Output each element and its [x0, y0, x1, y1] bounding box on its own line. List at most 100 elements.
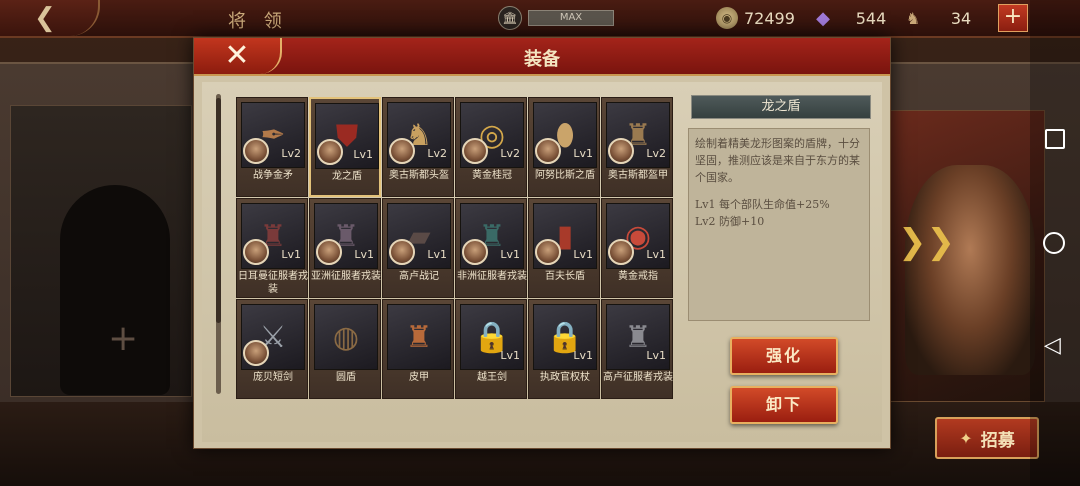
gems-resource: ◆ 544: [812, 7, 902, 29]
item-name: 执政官权杖: [540, 372, 590, 383]
general-avatar: [389, 138, 415, 164]
item-name: 越王剑: [477, 372, 507, 383]
item-name: 高卢战记: [399, 271, 439, 282]
item-name: 奥古斯都盔甲: [608, 170, 668, 181]
equipment-grid: ✒ Lv2 战争金矛 ⛊ Lv1 龙之盾 ♞ Lv2 奥古斯都头盔 ◎ Lv2 黄金桂冠 ⬮ Lv1 阿努比…: [236, 97, 673, 399]
upgrade-button[interactable]: 强化: [730, 337, 838, 375]
item-level: Lv2: [281, 147, 301, 160]
general-avatar: [317, 139, 343, 165]
unequip-button[interactable]: 卸下: [730, 386, 838, 424]
equipment-item-icon: ◍: [314, 304, 378, 370]
coins-value: 72499: [744, 8, 795, 28]
effect-line: Lv2 防御+10: [695, 215, 765, 228]
item-name: 战争金矛: [253, 170, 293, 181]
equipment-slot[interactable]: ▮ Lv1 百夫长盾: [528, 198, 600, 298]
recent-apps-icon[interactable]: [1045, 129, 1065, 149]
general-avatar: [535, 239, 561, 265]
equipment-modal: 装备 ✕ ✒ Lv2 战争金矛 ⛊ Lv1 龙之盾 ♞ Lv2 奥古斯都头盔 ◎ Lv2 黄金桂冠 ⬮ L…: [193, 37, 891, 449]
page-title: 将 领: [228, 11, 288, 32]
equipment-slot[interactable]: ✒ Lv2 战争金矛: [236, 97, 308, 197]
modal-title: 装备: [524, 49, 560, 70]
item-level: Lv1: [573, 147, 593, 160]
item-name: 非洲征服者戎装: [457, 271, 527, 282]
item-name: 百夫长盾: [545, 271, 585, 282]
helmet-icon: ♞: [905, 8, 921, 28]
max-bar: MAX: [528, 10, 614, 26]
equipment-slot[interactable]: ♜ Lv1 日耳曼征服者戎装: [236, 198, 308, 298]
building-resource: 🏛 MAX: [498, 6, 614, 30]
item-level: Lv2: [500, 147, 520, 160]
add-general-icon[interactable]: +: [108, 318, 138, 359]
recruit-label: 招募: [980, 430, 1015, 451]
home-icon[interactable]: [1043, 232, 1065, 254]
modal-header: 装备 ✕: [194, 38, 890, 76]
detail-description-box: 绘制着精美龙形图案的盾牌，十分坚固，推测应该是来自于东方的某个国家。 Lv1 每…: [688, 128, 870, 321]
item-level: Lv1: [281, 248, 301, 261]
general-avatar: [243, 340, 269, 366]
item-level: Lv1: [573, 248, 593, 261]
recruit-button[interactable]: ✦ 招募: [935, 417, 1039, 459]
coin-icon: ◉: [716, 7, 738, 29]
item-level: Lv1: [353, 148, 373, 161]
general-avatar: [243, 239, 269, 265]
general-avatar: [535, 138, 561, 164]
equipment-slot[interactable]: ♜ Lv2 奥古斯都盔甲: [601, 97, 673, 197]
top-bar: ❮ 将 领 🏛 MAX ◉ 72499 ◆ 544 ♞ 34 +: [0, 0, 1080, 38]
equipment-slot[interactable]: ⬮ Lv1 阿努比斯之盾: [528, 97, 600, 197]
general-avatar: [462, 138, 488, 164]
effect-line: Lv1 每个部队生命值+25%: [695, 198, 830, 211]
general-avatar: [243, 138, 269, 164]
item-name: 黄金桂冠: [472, 170, 512, 181]
general-portrait-right: [905, 165, 1035, 375]
detail-description: 绘制着精美龙形图案的盾牌，十分坚固，推测应该是来自于东方的某个国家。: [695, 137, 860, 184]
equipment-slot[interactable]: ♞ Lv2 奥古斯都头盔: [382, 97, 454, 197]
gems-value: 544: [855, 8, 887, 28]
equipment-slot[interactable]: ⛊ Lv1 龙之盾: [309, 97, 381, 197]
general-avatar: [608, 138, 634, 164]
item-name: 庞贝短剑: [253, 372, 293, 383]
item-name: 黄金戒指: [618, 271, 658, 282]
temple-icon: 🏛: [498, 6, 522, 30]
close-icon: ✕: [224, 38, 250, 73]
equipment-slot[interactable]: ♜ 皮甲: [382, 299, 454, 399]
item-level: Lv1: [500, 248, 520, 261]
equipment-slot[interactable]: ◍ 圆盾: [309, 299, 381, 399]
add-resource-button[interactable]: +: [998, 4, 1028, 32]
equipment-slot[interactable]: ▰ Lv1 高卢战记: [382, 198, 454, 298]
general-avatar: [462, 239, 488, 265]
item-level: Lv1: [646, 248, 666, 261]
next-arrow-icon[interactable]: ❯❯: [898, 222, 955, 262]
item-name: 圆盾: [336, 372, 356, 383]
equipment-slot[interactable]: 🔒 Lv1 越王剑: [455, 299, 527, 399]
back-arrow-icon: ❮: [34, 3, 56, 33]
equipment-slot[interactable]: ◎ Lv2 黄金桂冠: [455, 97, 527, 197]
item-level: Lv2: [427, 147, 447, 160]
troops-value: 34: [950, 8, 972, 28]
scrollbar-thumb[interactable]: [216, 98, 221, 323]
item-level: Lv1: [646, 349, 666, 362]
item-level: Lv1: [354, 248, 374, 261]
equipment-slot[interactable]: ◉ Lv1 黄金戒指: [601, 198, 673, 298]
item-level: Lv1: [427, 248, 447, 261]
item-level: Lv1: [500, 349, 520, 362]
general-avatar: [389, 239, 415, 265]
equipment-slot[interactable]: ♜ Lv1 高卢征服者戎装: [601, 299, 673, 399]
item-level: Lv1: [573, 349, 593, 362]
general-silhouette: [60, 185, 170, 395]
item-level: Lv2: [646, 147, 666, 160]
nav-back-icon[interactable]: ◁: [1044, 333, 1061, 358]
back-button[interactable]: ❮: [0, 0, 100, 36]
coins-resource: ◉ 72499: [716, 7, 795, 29]
general-avatar: [316, 239, 342, 265]
item-name: 皮甲: [409, 372, 429, 383]
gem-icon: ◆: [816, 7, 830, 29]
equipment-slot[interactable]: ♜ Lv1 亚洲征服者戎装: [309, 198, 381, 298]
close-button[interactable]: ✕: [194, 38, 282, 74]
item-name: 日耳曼征服者戎装: [238, 271, 308, 295]
general-avatar: [608, 239, 634, 265]
equipment-slot[interactable]: ⚔ 庞贝短剑: [236, 299, 308, 399]
equipment-slot[interactable]: 🔒 Lv1 执政官权杖: [528, 299, 600, 399]
detail-title: 龙之盾: [691, 95, 871, 119]
equipment-slot[interactable]: ♜ Lv1 非洲征服者戎装: [455, 198, 527, 298]
equipment-item-icon: ♜: [387, 304, 451, 370]
